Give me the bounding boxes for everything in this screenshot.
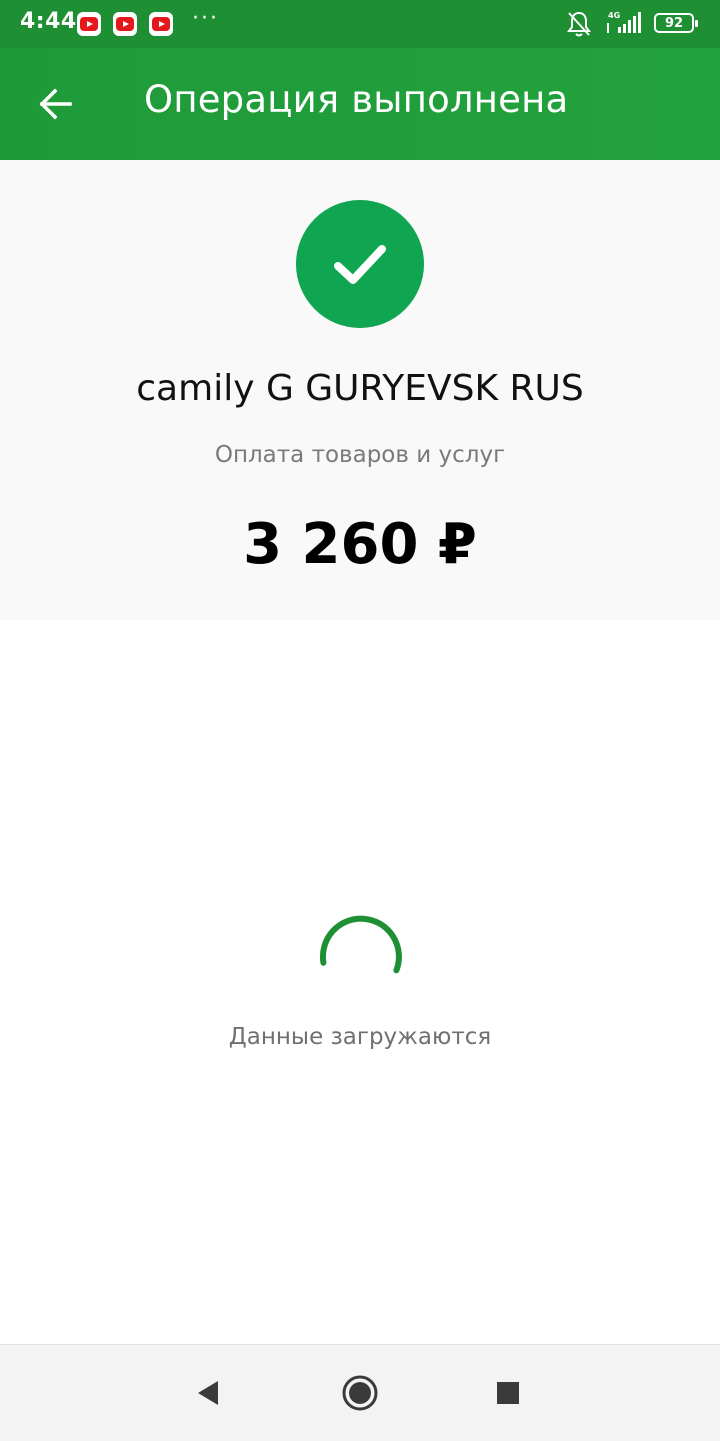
check-icon <box>334 245 386 284</box>
merchant-name: camily G GURYEVSK RUS <box>136 368 584 409</box>
bell-off-icon <box>566 10 592 42</box>
app-bar: Операция выполнена <box>0 48 720 160</box>
back-button[interactable] <box>28 76 84 132</box>
home-circle-icon <box>342 1375 378 1411</box>
youtube-icon <box>149 12 173 36</box>
youtube-icon <box>77 12 101 36</box>
success-badge <box>296 200 424 328</box>
battery-icon: 92 <box>654 13 698 33</box>
signal-4g-icon: 4G <box>604 10 644 40</box>
battery-level: 92 <box>664 15 684 31</box>
status-bar: 4:44 ··· 4G 92 <box>0 0 720 48</box>
operation-type: Оплата товаров и услуг <box>214 442 506 468</box>
youtube-icon <box>113 12 137 36</box>
loading-text: Данные загружаются <box>228 1024 492 1050</box>
loading-spinner-icon <box>319 915 402 974</box>
recents-square-icon <box>497 1382 519 1404</box>
operation-amount: 3 260 ₽ <box>243 512 477 577</box>
arrow-left-icon <box>39 88 72 120</box>
nav-recents-button[interactable] <box>488 1373 528 1413</box>
operation-summary: camily G GURYEVSK RUS Оплата товаров и у… <box>0 160 720 620</box>
back-triangle-icon <box>198 1381 218 1405</box>
page-title: Операция выполнена <box>144 78 569 121</box>
status-time: 4:44 <box>20 9 77 34</box>
network-type-label: 4G <box>608 11 620 20</box>
nav-home-button[interactable] <box>340 1373 380 1413</box>
more-notifications-icon: ··· <box>192 6 219 31</box>
nav-back-button[interactable] <box>188 1373 228 1413</box>
system-nav-bar <box>0 1344 720 1441</box>
